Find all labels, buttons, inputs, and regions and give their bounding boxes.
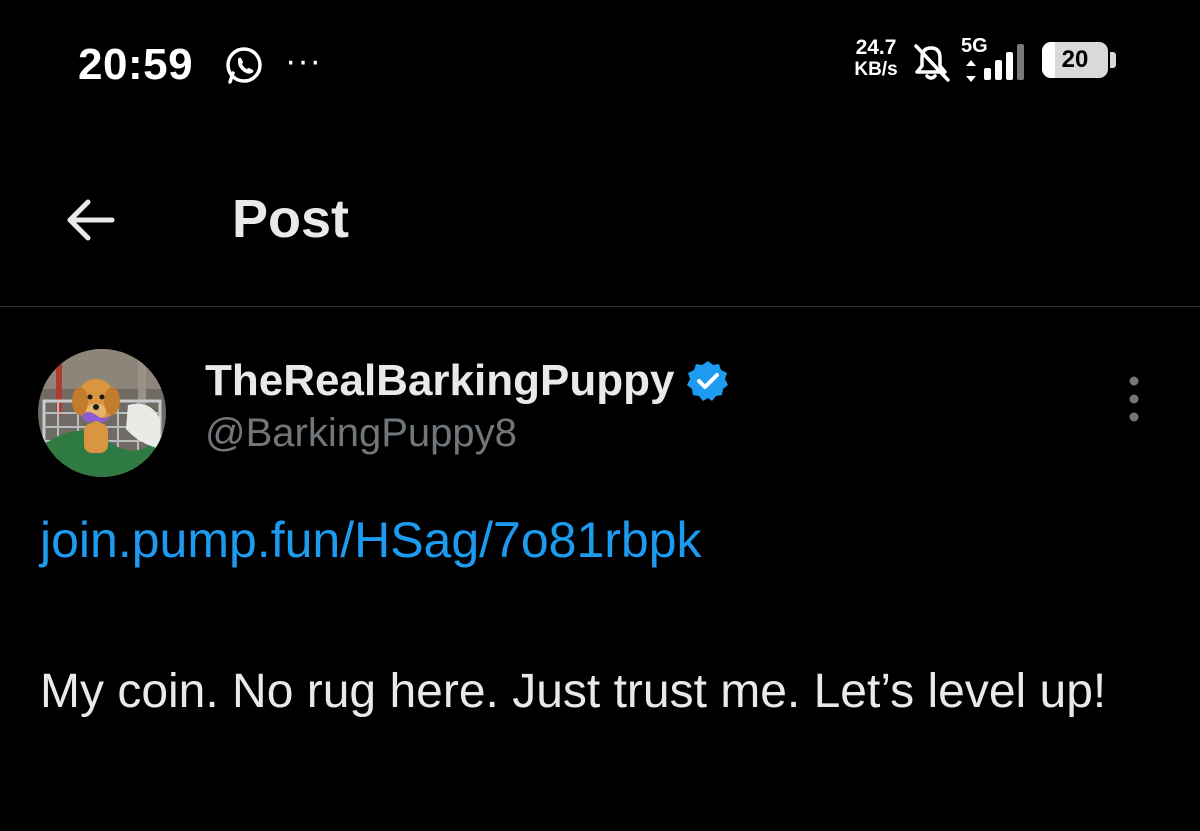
- network-speed-unit: KB/s: [854, 59, 898, 80]
- post-link[interactable]: join.pump.fun/HSag/7o81rbpk: [40, 511, 702, 569]
- network-speed: 24.7 KB/s: [848, 37, 904, 81]
- more-vertical-icon[interactable]: [1114, 369, 1154, 429]
- status-bar: 20:59 ··· 24.7 KB/s 5G 20: [0, 0, 1200, 130]
- author-avatar[interactable]: [38, 349, 166, 477]
- battery-percent: 20: [1061, 46, 1089, 73]
- verified-badge-icon: [687, 361, 729, 401]
- battery-cap: [1110, 52, 1116, 68]
- author-display-name: TheRealBarkingPuppy: [205, 356, 675, 405]
- status-time: 20:59: [78, 40, 194, 89]
- status-more-indicator: ···: [285, 42, 322, 80]
- author-handle[interactable]: @BarkingPuppy8: [205, 411, 517, 456]
- signal-icon: [984, 44, 1024, 80]
- post: TheRealBarkingPuppy @BarkingPuppy8 join.…: [0, 307, 1200, 831]
- back-button[interactable]: [50, 180, 130, 260]
- top-app-bar: Post: [0, 140, 1200, 307]
- battery-icon: 20: [1042, 42, 1108, 78]
- network-speed-value: 24.7: [855, 36, 897, 59]
- notifications-muted-icon: [914, 44, 950, 82]
- whatsapp-icon: [226, 47, 262, 84]
- arrow-left-icon: [67, 199, 115, 241]
- avatar-puppy-photo: [38, 349, 166, 477]
- post-text: My coin. No rug here. Just trust me. Let…: [40, 665, 1107, 718]
- page-title: Post: [232, 189, 350, 249]
- author-name-row[interactable]: TheRealBarkingPuppy: [205, 351, 730, 411]
